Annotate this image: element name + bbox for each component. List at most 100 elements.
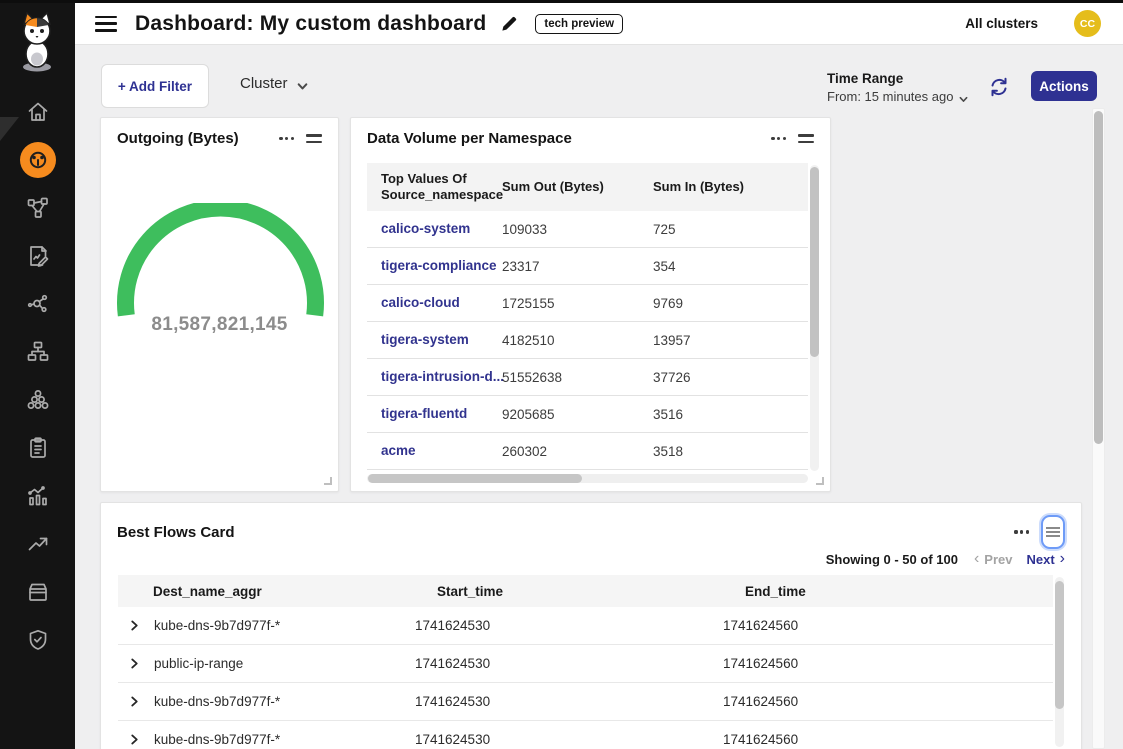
data-volume-table: Top Values Of Source_namespace Sum Out (… xyxy=(367,163,808,470)
sidebar xyxy=(0,0,75,749)
card-menu-dots-icon[interactable] xyxy=(771,133,786,144)
time-range-selector[interactable]: Time Range From: 15 minutes ago xyxy=(827,71,969,104)
table-row: tigera-system 4182510 13957 xyxy=(367,322,808,359)
table-row: calico-system 109033 725 xyxy=(367,211,808,248)
user-avatar[interactable]: CC xyxy=(1074,10,1101,37)
column-header: Dest_name_aggr xyxy=(153,584,437,599)
namespace-link[interactable]: calico-cloud xyxy=(381,295,460,310)
namespace-link[interactable]: acme xyxy=(381,443,416,458)
namespace-link[interactable]: tigera-system xyxy=(381,332,469,347)
start-time-value: 1741624530 xyxy=(415,618,723,633)
sum-in-value: 3516 xyxy=(653,407,808,422)
sum-in-value: 9769 xyxy=(653,296,808,311)
expand-row-chevron-icon[interactable] xyxy=(130,620,154,631)
all-clusters-selector[interactable]: All clusters xyxy=(965,16,1038,31)
compliance-clipboard-icon xyxy=(26,436,50,460)
scrollbar-thumb[interactable] xyxy=(810,167,819,357)
card-menu-dots-icon[interactable] xyxy=(279,133,294,144)
scrollbar-thumb[interactable] xyxy=(368,474,582,483)
table-row[interactable]: kube-dns-9b7d977f-* 1741624530 174162456… xyxy=(118,683,1053,721)
end-time-value: 1741624560 xyxy=(723,694,1053,709)
sum-in-value: 13957 xyxy=(653,333,808,348)
sidebar-item-images[interactable] xyxy=(0,568,75,616)
edit-dashboard-pencil-icon[interactable] xyxy=(500,14,519,33)
chevron-left-icon: ‹ xyxy=(974,551,979,567)
sidebar-item-statistics[interactable] xyxy=(0,472,75,520)
next-page-button[interactable]: Next› xyxy=(1026,551,1065,567)
outgoing-bytes-card: Outgoing (Bytes) 81,587,821,145 xyxy=(100,117,339,492)
namespace-link[interactable]: tigera-intrusion-d... xyxy=(381,369,504,384)
column-header: Sum Out (Bytes) xyxy=(502,179,653,195)
card-resize-handle[interactable] xyxy=(816,477,824,485)
sum-out-value: 260302 xyxy=(502,444,653,459)
cluster-nodes-icon xyxy=(26,388,50,412)
table-row: acme 260302 3518 xyxy=(367,433,808,470)
namespace-link[interactable]: tigera-compliance xyxy=(381,258,497,273)
data-volume-card: Data Volume per Namespace Top Values Of … xyxy=(350,117,831,492)
stats-chart-icon xyxy=(26,484,50,508)
sidebar-nav xyxy=(0,88,75,664)
refresh-button[interactable] xyxy=(988,76,1010,98)
sidebar-item-threat-defense[interactable] xyxy=(0,616,75,664)
service-graph-icon xyxy=(26,196,50,220)
add-filter-button[interactable]: + Add Filter xyxy=(101,64,209,108)
prev-page-button[interactable]: ‹Prev xyxy=(974,551,1013,567)
column-header: Start_time xyxy=(437,584,745,599)
card-resize-handle[interactable] xyxy=(324,477,332,485)
card-drag-handle-focused[interactable] xyxy=(1041,515,1065,549)
scrollbar-thumb[interactable] xyxy=(1055,581,1064,709)
table-header-row: Dest_name_aggr Start_time End_time xyxy=(118,575,1053,607)
table-row[interactable]: public-ip-range 1741624530 1741624560 xyxy=(118,645,1053,683)
network-hub-icon xyxy=(26,292,50,316)
showing-count: Showing 0 - 50 of 100 xyxy=(826,552,958,567)
calico-cat-logo[interactable] xyxy=(12,12,62,74)
column-header: End_time xyxy=(745,584,1053,599)
sidebar-item-dashboards[interactable] xyxy=(0,136,75,184)
expand-row-chevron-icon[interactable] xyxy=(130,658,154,669)
start-time-value: 1741624530 xyxy=(415,694,723,709)
sum-out-value: 4182510 xyxy=(502,333,653,348)
end-time-value: 1741624560 xyxy=(723,656,1053,671)
start-time-value: 1741624530 xyxy=(415,732,723,747)
card-drag-handle-icon[interactable] xyxy=(306,131,322,145)
card-menu-dots-icon[interactable] xyxy=(1014,526,1029,537)
card-title: Data Volume per Namespace xyxy=(367,130,572,147)
table-row[interactable]: kube-dns-9b7d977f-* 1741624530 174162456… xyxy=(118,721,1053,749)
page-scrollbar-thumb[interactable] xyxy=(1094,111,1103,444)
table-header-row: Top Values Of Source_namespace Sum Out (… xyxy=(367,163,808,211)
namespace-link[interactable]: tigera-fluentd xyxy=(381,406,467,421)
trend-icon xyxy=(26,532,50,556)
dest-name-value: public-ip-range xyxy=(154,656,415,671)
expand-row-chevron-icon[interactable] xyxy=(130,696,154,707)
gauge-arc xyxy=(115,203,326,319)
namespace-link[interactable]: calico-system xyxy=(381,221,470,236)
sidebar-item-endpoints[interactable] xyxy=(0,328,75,376)
menu-hamburger-icon[interactable] xyxy=(95,16,117,32)
table-row: calico-cloud 1725155 9769 xyxy=(367,285,808,322)
table-row: tigera-fluentd 9205685 3516 xyxy=(367,396,808,433)
sum-out-value: 9205685 xyxy=(502,407,653,422)
chevron-down-icon xyxy=(959,92,969,102)
sidebar-item-home[interactable] xyxy=(0,88,75,136)
sum-out-value: 51552638 xyxy=(502,370,653,385)
sidebar-item-service-graph[interactable] xyxy=(0,184,75,232)
sidebar-item-activity[interactable] xyxy=(0,520,75,568)
sidebar-item-clusters[interactable] xyxy=(0,376,75,424)
policy-edit-icon xyxy=(26,244,50,268)
package-box-icon xyxy=(26,580,50,604)
card-title: Outgoing (Bytes) xyxy=(117,130,239,147)
top-header: Dashboard: My custom dashboard tech prev… xyxy=(75,0,1123,45)
gauge-value: 81,587,821,145 xyxy=(101,314,338,336)
table-row[interactable]: kube-dns-9b7d977f-* 1741624530 174162456… xyxy=(118,607,1053,645)
chevron-down-icon xyxy=(297,79,307,89)
cluster-dropdown[interactable]: Cluster xyxy=(240,75,307,92)
card-drag-handle-icon[interactable] xyxy=(798,131,814,145)
sidebar-item-network-sets[interactable] xyxy=(0,280,75,328)
expand-row-chevron-icon[interactable] xyxy=(130,734,154,745)
actions-button[interactable]: Actions xyxy=(1031,71,1097,101)
sum-in-value: 37726 xyxy=(653,370,808,385)
sidebar-item-policies[interactable] xyxy=(0,232,75,280)
tech-preview-badge: tech preview xyxy=(535,14,623,34)
cluster-dropdown-label: Cluster xyxy=(240,75,288,92)
sidebar-item-compliance[interactable] xyxy=(0,424,75,472)
